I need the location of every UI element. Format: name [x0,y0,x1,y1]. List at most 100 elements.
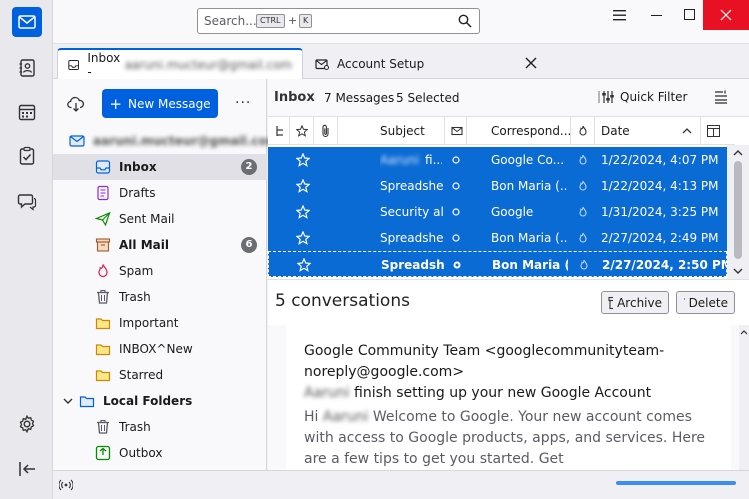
display-options-icon[interactable] [714,90,728,104]
message-correspondent: Bon Maria (... [492,258,568,272]
quick-filter-button[interactable]: Quick Filter [598,89,687,105]
app-menu-button[interactable] [600,0,640,30]
folder-pane-menu-button[interactable]: ··· [235,95,251,111]
junk-fire-icon[interactable] [577,147,591,173]
folder-label: Drafts [119,186,156,200]
message-preview-area: Google Community Team <googlecommunityte… [268,325,749,471]
account-row[interactable]: aaruni.mucteur@gmail.com [53,128,279,154]
online-status-icon[interactable] [59,479,73,491]
delete-button[interactable]: Delete [676,291,735,314]
junk-column-header[interactable] [571,117,595,145]
star-icon[interactable] [296,173,314,199]
folder-all-mail[interactable]: All Mail 6 [53,232,267,258]
message-row[interactable]: Spreadshe... Bon Maria (... 1/22/2024, 4:1… [268,173,727,199]
message-date: 2/27/2024, 2:50 PM [602,258,726,272]
unread-column-header[interactable] [445,117,467,145]
close-window-button[interactable] [703,0,749,30]
junk-fire-icon[interactable] [577,199,591,225]
tab-account-setup-label: Account Setup [337,56,425,71]
star-icon[interactable] [297,252,315,278]
folder-sent-mail[interactable]: Sent Mail [53,206,267,232]
search-input[interactable]: Search... CTRL + K [197,8,480,34]
thread-column-header[interactable] [268,117,290,145]
message-subject: Aaruni fi... [380,147,442,173]
message-snippet: Hi Aaruni Welcome to Google. Your new ac… [304,407,713,470]
column-picker[interactable] [701,117,735,145]
search-icon [458,14,472,28]
close-tab-icon[interactable] [525,57,539,71]
junk-fire-icon[interactable] [577,173,591,199]
folder-pane: + New Message ··· aaruni.mucteur@gmail.c… [53,79,279,470]
archive-button[interactable]: Archive [601,291,669,314]
collapse-spaces-button[interactable] [12,454,42,484]
scroll-thumb[interactable] [734,161,742,259]
thread-scrollbar[interactable] [727,145,749,279]
subject-text: fi... [425,153,442,167]
column-picker-icon [707,125,720,137]
chat-button[interactable] [12,186,42,216]
subject-column-header[interactable]: Subject [338,117,445,145]
unread-count-badge: 6 [241,237,257,253]
scroll-up-icon[interactable] [733,149,743,157]
read-dot-icon[interactable] [451,199,465,225]
message-row[interactable]: Security al... Google 1/31/2024, 3:25 PM [268,199,727,225]
mail-space-button[interactable] [12,7,42,37]
read-dot-icon[interactable] [451,173,465,199]
folder-drafts[interactable]: Drafts [53,180,267,206]
read-dot-icon[interactable] [451,147,465,173]
search-placeholder: Search... [204,14,257,28]
folder-inbox[interactable]: Inbox 2 [53,154,267,180]
archive-icon [608,296,614,309]
shortcut-key-ctrl: CTRL [256,14,285,28]
calendar-icon [18,104,36,121]
date-column-header[interactable]: Date [595,117,701,145]
star-icon[interactable] [296,147,314,173]
get-messages-icon[interactable] [67,95,85,113]
shortcut-plus: + [288,14,298,27]
settings-button[interactable] [12,409,42,439]
folder-icon [95,315,111,331]
message-scrollbar[interactable] [739,325,749,471]
tab-inbox[interactable]: Inbox - aaruni.mucteur@gmail.com [57,48,303,79]
folder-starred[interactable]: Starred [53,362,267,388]
trash-icon [95,419,111,435]
address-book-button[interactable] [12,53,42,83]
column-header-row: Subject Correspond... Date [268,117,735,145]
tasks-icon [19,146,35,165]
folder-local-trash[interactable]: Trash [53,414,267,440]
correspondents-column-header[interactable]: Correspond... [467,117,571,145]
attachment-column-header[interactable] [314,117,338,145]
message-subject: Spreadshe... [380,179,444,193]
snippet-blurred-name: Aaruni [322,409,369,425]
star-icon[interactable] [296,199,314,225]
folder-spam[interactable]: Spam [53,258,267,284]
junk-fire-icon[interactable] [577,225,591,251]
message-card[interactable]: Google Community Team <googlecommunityte… [286,325,731,471]
filter-sliders-icon [598,91,614,103]
message-row[interactable]: Spreadshe... Bon Maria (... 2/27/2024, 2:4… [268,225,727,251]
folder-label: Trash [119,420,151,434]
folder-inbox-new[interactable]: INBOX^New [53,336,267,362]
star-icon[interactable] [296,225,314,251]
all-mail-icon [95,237,111,253]
folder-important[interactable]: Important [53,310,267,336]
shortcut-key-k: K [299,14,313,28]
spam-icon [95,263,111,279]
read-dot-icon[interactable] [451,225,465,251]
scroll-down-icon[interactable] [733,267,743,275]
message-row[interactable]: Spreadsh... Bon Maria (... 2/27/2024, 2:50… [268,251,727,277]
tasks-button[interactable] [12,141,42,171]
local-folders-row[interactable]: Local Folders [53,388,267,414]
folder-trash[interactable]: Trash [53,284,267,310]
scroll-up-icon[interactable] [740,329,748,335]
junk-fire-icon[interactable] [578,252,592,278]
calendar-button[interactable] [12,97,42,127]
message-row[interactable]: Aaruni fi... Google Co... 1/22/2024, 4:07 P… [268,147,727,173]
unread-dot-icon[interactable] [452,252,466,278]
tab-account-setup[interactable]: Account Setup [305,48,555,79]
message-subject: Spreadshe... [380,231,444,245]
star-column-header[interactable] [290,117,314,145]
delete-label: Delete [688,295,728,310]
folder-outbox[interactable]: Outbox [53,440,267,466]
new-message-button[interactable]: + New Message [102,89,218,118]
